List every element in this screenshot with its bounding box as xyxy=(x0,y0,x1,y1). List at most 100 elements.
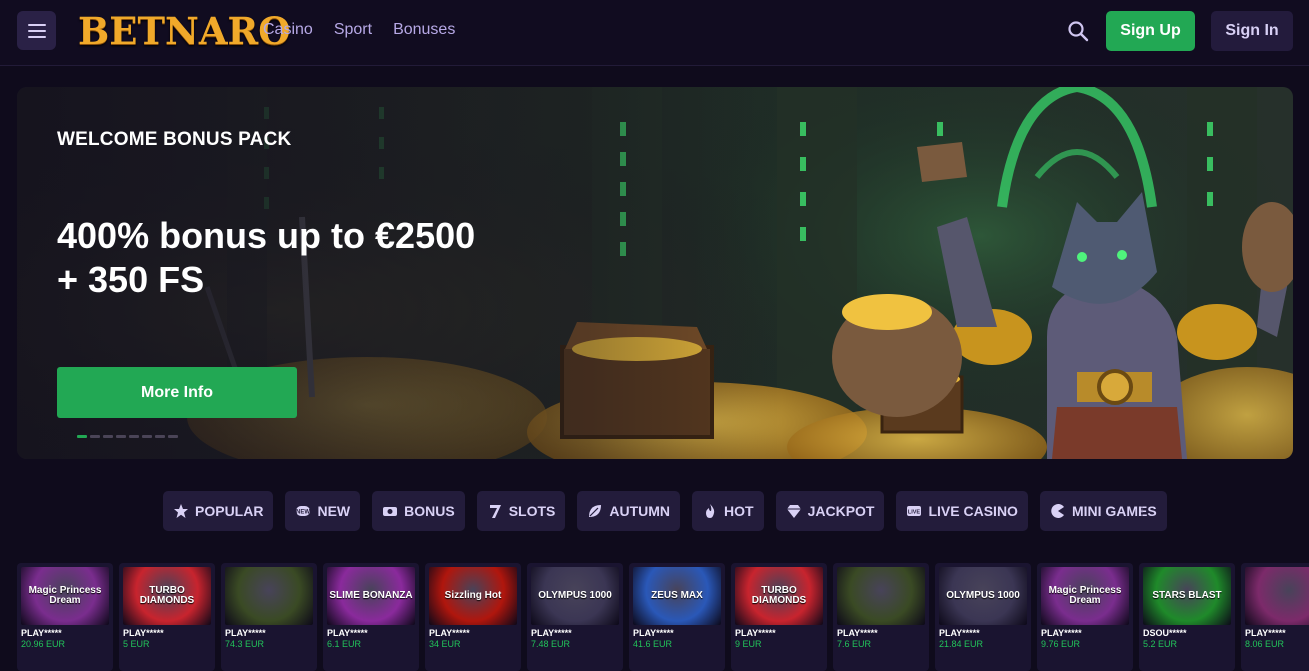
game-thumbnail[interactable]: Magic Princess Dream xyxy=(1041,567,1129,625)
game-thumbnail[interactable]: OLYMPUS 1000 xyxy=(531,567,619,625)
menu-line xyxy=(27,29,46,32)
category-chip-label: AUTUMN xyxy=(609,503,671,519)
category-chip-bonus[interactable]: BONUS xyxy=(372,491,465,531)
hamburger-menu-button[interactable] xyxy=(17,11,56,50)
game-thumbnail-title: Magic Princess Dream xyxy=(1048,585,1122,606)
game-winner-label: DSOU***** xyxy=(1143,628,1187,638)
more-info-button[interactable]: More Info xyxy=(57,367,297,418)
carousel-dot[interactable] xyxy=(168,435,178,438)
game-tile[interactable]: Sizzling Hot PLAY***** 34 EUR xyxy=(425,563,521,671)
game-winner-label: PLAY***** xyxy=(531,628,572,638)
game-thumbnail-title: STARS BLAST xyxy=(1152,590,1222,601)
seven-icon xyxy=(489,505,501,518)
game-win-amount: 7.6 EUR xyxy=(837,639,872,649)
game-tile[interactable]: ZEUS MAX PLAY***** 41.6 EUR xyxy=(629,563,725,671)
nav-bonuses-link[interactable]: Bonuses xyxy=(393,19,455,41)
banner-title-line-2: + 350 FS xyxy=(57,259,205,300)
nav-casino-link[interactable]: Casino xyxy=(263,19,313,41)
game-thumbnail[interactable]: SLIME BONANZA xyxy=(327,567,415,625)
game-tile[interactable]: Magic Princess Dream PLAY***** 20.96 EUR xyxy=(17,563,113,671)
game-thumbnail[interactable]: TURBO DIAMONDS xyxy=(735,567,823,625)
game-thumbnail[interactable]: TURBO DIAMONDS xyxy=(123,567,211,625)
game-win-amount: 20.96 EUR xyxy=(21,639,66,649)
carousel-dot[interactable] xyxy=(129,435,139,438)
category-chip-slots[interactable]: SLOTS xyxy=(476,491,566,531)
menu-line xyxy=(27,23,46,26)
category-chip-live-casino[interactable]: LIVE LIVE CASINO xyxy=(896,491,1028,531)
game-thumbnail[interactable]: STARS BLAST xyxy=(1143,567,1231,625)
game-thumbnail[interactable]: ZEUS MAX xyxy=(633,567,721,625)
game-win-amount: 9.76 EUR xyxy=(1041,639,1081,649)
game-tile[interactable]: TURBO DIAMONDS PLAY***** 5 EUR xyxy=(119,563,215,671)
search-icon[interactable] xyxy=(1066,19,1090,43)
category-chip-jackpot[interactable]: JACKPOT xyxy=(775,491,885,531)
game-tile[interactable]: PLAY***** 8.06 EUR xyxy=(1241,563,1309,671)
game-thumbnail[interactable]: Sizzling Hot xyxy=(429,567,517,625)
game-tile[interactable]: TURBO DIAMONDS PLAY***** 9 EUR xyxy=(731,563,827,671)
flame-icon xyxy=(706,504,715,518)
welcome-bonus-banner[interactable]: WELCOME BONUS PACK 400% bonus up to €250… xyxy=(17,87,1293,459)
carousel-dot[interactable] xyxy=(155,435,165,438)
menu-line xyxy=(27,35,46,38)
category-chip-label: JACKPOT xyxy=(807,503,875,519)
game-winner-label: PLAY***** xyxy=(1041,628,1082,638)
game-thumbnail[interactable]: Magic Princess Dream xyxy=(21,567,109,625)
game-tile[interactable]: OLYMPUS 1000 PLAY***** 7.48 EUR xyxy=(527,563,623,671)
game-win-amount: 74.3 EUR xyxy=(225,639,265,649)
game-thumbnail[interactable] xyxy=(837,567,925,625)
sign-up-button[interactable]: Sign Up xyxy=(1106,11,1195,51)
game-tile[interactable]: SLIME BONANZA PLAY***** 6.1 EUR xyxy=(323,563,419,671)
game-tile[interactable]: OLYMPUS 1000 PLAY***** 21.84 EUR xyxy=(935,563,1031,671)
game-win-amount: 7.48 EUR xyxy=(531,639,571,649)
category-chip-hot[interactable]: HOT xyxy=(692,491,764,531)
carousel-dot[interactable] xyxy=(77,435,87,438)
category-chip-label: LIVE CASINO xyxy=(928,503,1018,519)
game-winner-label: PLAY***** xyxy=(735,628,776,638)
game-thumbnail[interactable] xyxy=(225,567,313,625)
game-thumbnail-title: TURBO DIAMONDS xyxy=(751,585,807,606)
game-winner-label: PLAY***** xyxy=(429,628,470,638)
category-scroll-indicator[interactable]: ⁞ xyxy=(1140,491,1148,531)
game-winner-label: PLAY***** xyxy=(225,628,266,638)
sign-in-button[interactable]: Sign In xyxy=(1211,11,1293,51)
carousel-dot[interactable] xyxy=(103,435,113,438)
carousel-dot[interactable] xyxy=(90,435,100,438)
category-chip-new[interactable]: NEW NEW xyxy=(285,491,361,531)
bonus-icon xyxy=(383,507,398,516)
category-chip-label: BONUS xyxy=(404,503,455,519)
game-win-amount: 5 EUR xyxy=(123,639,150,649)
game-winner-label: PLAY***** xyxy=(633,628,674,638)
banner-title: 400% bonus up to €2500 + 350 FS xyxy=(57,214,537,302)
game-winner-label: PLAY***** xyxy=(939,628,980,638)
game-win-amount: 34 EUR xyxy=(429,639,461,649)
game-thumbnail-title: OLYMPUS 1000 xyxy=(538,590,612,601)
game-tile[interactable]: Magic Princess Dream PLAY***** 9.76 EUR xyxy=(1037,563,1133,671)
carousel-dot[interactable] xyxy=(116,435,126,438)
svg-text:NEW: NEW xyxy=(296,510,310,516)
game-win-amount: 8.06 EUR xyxy=(1245,639,1285,649)
nav-sport-link[interactable]: Sport xyxy=(334,19,372,41)
game-winner-label: PLAY***** xyxy=(327,628,368,638)
leaf-icon xyxy=(589,505,602,517)
category-chip-label: NEW xyxy=(317,503,351,519)
game-tile[interactable]: PLAY***** 7.6 EUR xyxy=(833,563,929,671)
banner-title-line-1: 400% bonus up to €2500 xyxy=(57,215,476,256)
game-winner-label: PLAY***** xyxy=(837,628,878,638)
carousel-dot[interactable] xyxy=(142,435,152,438)
category-chip-label: POPULAR xyxy=(195,503,264,519)
pacman-icon xyxy=(1051,504,1064,518)
category-chip-autumn[interactable]: AUTUMN xyxy=(577,491,681,531)
game-thumbnail-title: Sizzling Hot xyxy=(444,590,502,601)
game-thumbnail[interactable] xyxy=(1245,567,1309,625)
category-chip-popular[interactable]: POPULAR xyxy=(163,491,274,531)
game-thumbnail-title: SLIME BONANZA xyxy=(329,590,413,601)
top-header: BETNARO Casino Sport Bonuses Sign Up Sig… xyxy=(0,0,1309,66)
betnaro-logo[interactable]: BETNARO xyxy=(78,9,291,53)
game-thumbnail[interactable]: OLYMPUS 1000 xyxy=(939,567,1027,625)
game-thumbnail-title: ZEUS MAX xyxy=(651,590,703,601)
game-thumbnail-title: OLYMPUS 1000 xyxy=(946,590,1020,601)
game-tile[interactable]: PLAY***** 74.3 EUR xyxy=(221,563,317,671)
game-winner-label: PLAY***** xyxy=(123,628,164,638)
game-tile[interactable]: STARS BLAST DSOU***** 5.2 EUR xyxy=(1139,563,1235,671)
main-nav: Casino Sport Bonuses xyxy=(263,19,455,41)
